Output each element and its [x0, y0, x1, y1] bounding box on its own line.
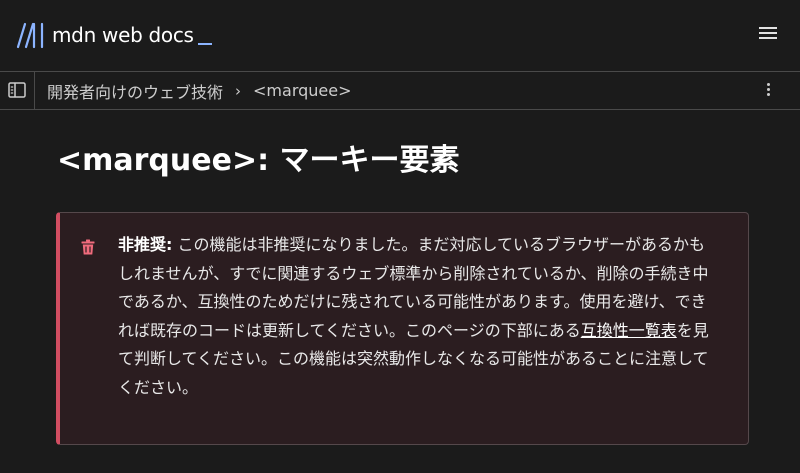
more-vertical-icon[interactable] [760, 81, 776, 101]
deprecation-label: 非推奨: [118, 235, 173, 254]
breadcrumb-separator: › [235, 81, 242, 100]
sidebar-toggle-icon [8, 82, 26, 98]
breadcrumb-bar: 開発者向けのウェブ技術 › <marquee> [0, 71, 800, 110]
breadcrumb: 開発者向けのウェブ技術 › <marquee> [47, 72, 352, 109]
deprecation-notice: 非推奨: この機能は非推奨になりました。まだ対応しているブラウザーがあるかもしれ… [56, 212, 749, 445]
trash-icon [81, 239, 95, 255]
logo-cursor-underscore [197, 43, 212, 45]
page-title: <marquee>: マーキー要素 [57, 143, 460, 178]
breadcrumb-current-page[interactable]: <marquee> [253, 81, 351, 100]
logo-text: mdn web docs [52, 23, 194, 47]
mdn-logo-icon [16, 22, 44, 49]
deprecation-notice-text: 非推奨: この機能は非推奨になりました。まだ対応しているブラウザーがあるかもしれ… [118, 231, 718, 402]
top-navigation-bar: mdn web docs [0, 0, 800, 71]
sidebar-toggle-button[interactable] [0, 72, 35, 109]
mdn-logo-link[interactable]: mdn web docs [16, 18, 212, 52]
hamburger-menu-icon[interactable] [756, 24, 780, 46]
compat-table-link[interactable]: 互換性一覧表 [581, 321, 677, 340]
breadcrumb-link-web-tech[interactable]: 開発者向けのウェブ技術 [47, 79, 223, 103]
